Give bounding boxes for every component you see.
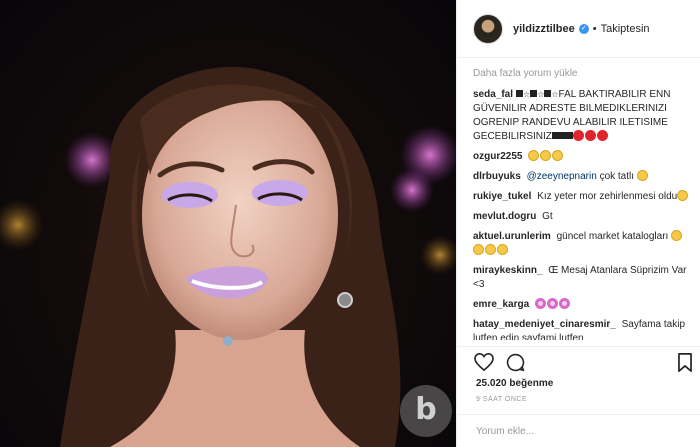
comment-username[interactable]: seda_fal [473,89,513,100]
add-comment-input[interactable] [476,425,676,437]
comment-item: dlrbuyuks @zeeynepnarin çok tatlı [473,170,695,184]
flower-emoji-icon [534,298,546,309]
likes-count[interactable]: 25.020 beğenme [476,378,553,389]
square-icon [565,132,573,139]
comment-username[interactable]: rukiye_tukel [473,191,531,202]
comment-text: Kız yeter mor zehirlenmesi oldu [537,191,678,202]
heart-icon[interactable] [474,352,494,376]
smiley-emoji-icon [540,150,552,161]
comment-item: emre_karga [473,298,695,312]
comment-item: ozgur2255 [473,150,695,164]
cart-emoji-icon [485,244,496,255]
red-circle-icon [584,130,596,141]
post-photo[interactable]: b [0,0,456,447]
comment-item: miraykeskinn_ Œ Mesaj Atanlara Süprizim … [473,264,695,292]
comment-username[interactable]: mevlut.dogru [473,211,536,222]
follow-status-button[interactable]: Takiptesin [601,23,650,35]
flower-emoji-icon [558,298,570,309]
smiley-emoji-icon [528,150,540,161]
post-actions-bar [456,346,700,376]
portrait-illustration [0,66,456,447]
comment-text: çok tatlı [599,171,635,182]
square-icon [558,132,566,139]
comment-item: rukiye_tukel Kız yeter mor zehirlenmesi … [473,190,695,204]
pointing-hand-icon [497,244,508,255]
add-comment-bar [456,414,700,447]
verified-badge-icon: ✓ [578,23,589,34]
comment-item: hatay_medeniyet_cinaresmir_ Sayfama taki… [473,318,695,340]
party-emoji-icon [473,244,484,255]
comment-text: güncel market katalogları [556,231,669,242]
comment-mention-link[interactable]: @zeeynepnarin [527,171,597,182]
star-icon: ☆ [523,90,531,99]
bookmark-icon[interactable] [678,353,692,377]
comment-username[interactable]: dlrbuyuks [473,171,521,182]
avatar[interactable] [473,13,503,44]
post-header: yildizztilbee ✓ • Takiptesin [457,0,700,58]
smiley-emoji-icon [636,170,648,181]
post-timestamp: 9 SAAT ÖNCE [476,396,528,403]
comment-username[interactable]: aktuel.urunlerim [473,231,551,242]
comment-item: mevlut.dogru Gt [473,210,695,224]
star-icon: ☆ [551,90,559,99]
comment-username[interactable]: ozgur2255 [473,151,522,162]
square-icon [516,90,524,97]
comment-icon[interactable] [506,353,525,377]
laughing-emoji-icon [677,190,689,201]
post-username[interactable]: yildizztilbee [513,23,575,35]
smiley-emoji-icon [552,150,564,161]
load-more-comments-link[interactable]: Daha fazla yorum yükle [473,68,695,79]
comment-text: Gt [542,211,553,222]
comment-username[interactable]: emre_karga [473,299,529,310]
flower-emoji-icon [546,298,558,309]
comment-item: aktuel.urunlerim güncel market katalogla… [473,230,695,258]
pointing-hand-icon [671,230,683,241]
star-icon: ☆ [537,90,545,99]
watermark-logo: b [400,385,452,437]
square-icon [551,132,559,139]
comments-list: Daha fazla yorum yükle seda_fal ☆ ☆ ☆FAL BA… [473,68,695,340]
red-circle-icon [596,130,608,141]
comment-item: seda_fal ☆ ☆ ☆FAL BAKTIRABILIR ENN GÜVENILI… [473,88,695,144]
comment-username[interactable]: miraykeskinn_ [473,265,543,276]
separator-dot: • [592,22,597,35]
red-circle-icon [572,130,584,141]
comment-username[interactable]: hatay_medeniyet_cinaresmir_ [473,319,616,330]
